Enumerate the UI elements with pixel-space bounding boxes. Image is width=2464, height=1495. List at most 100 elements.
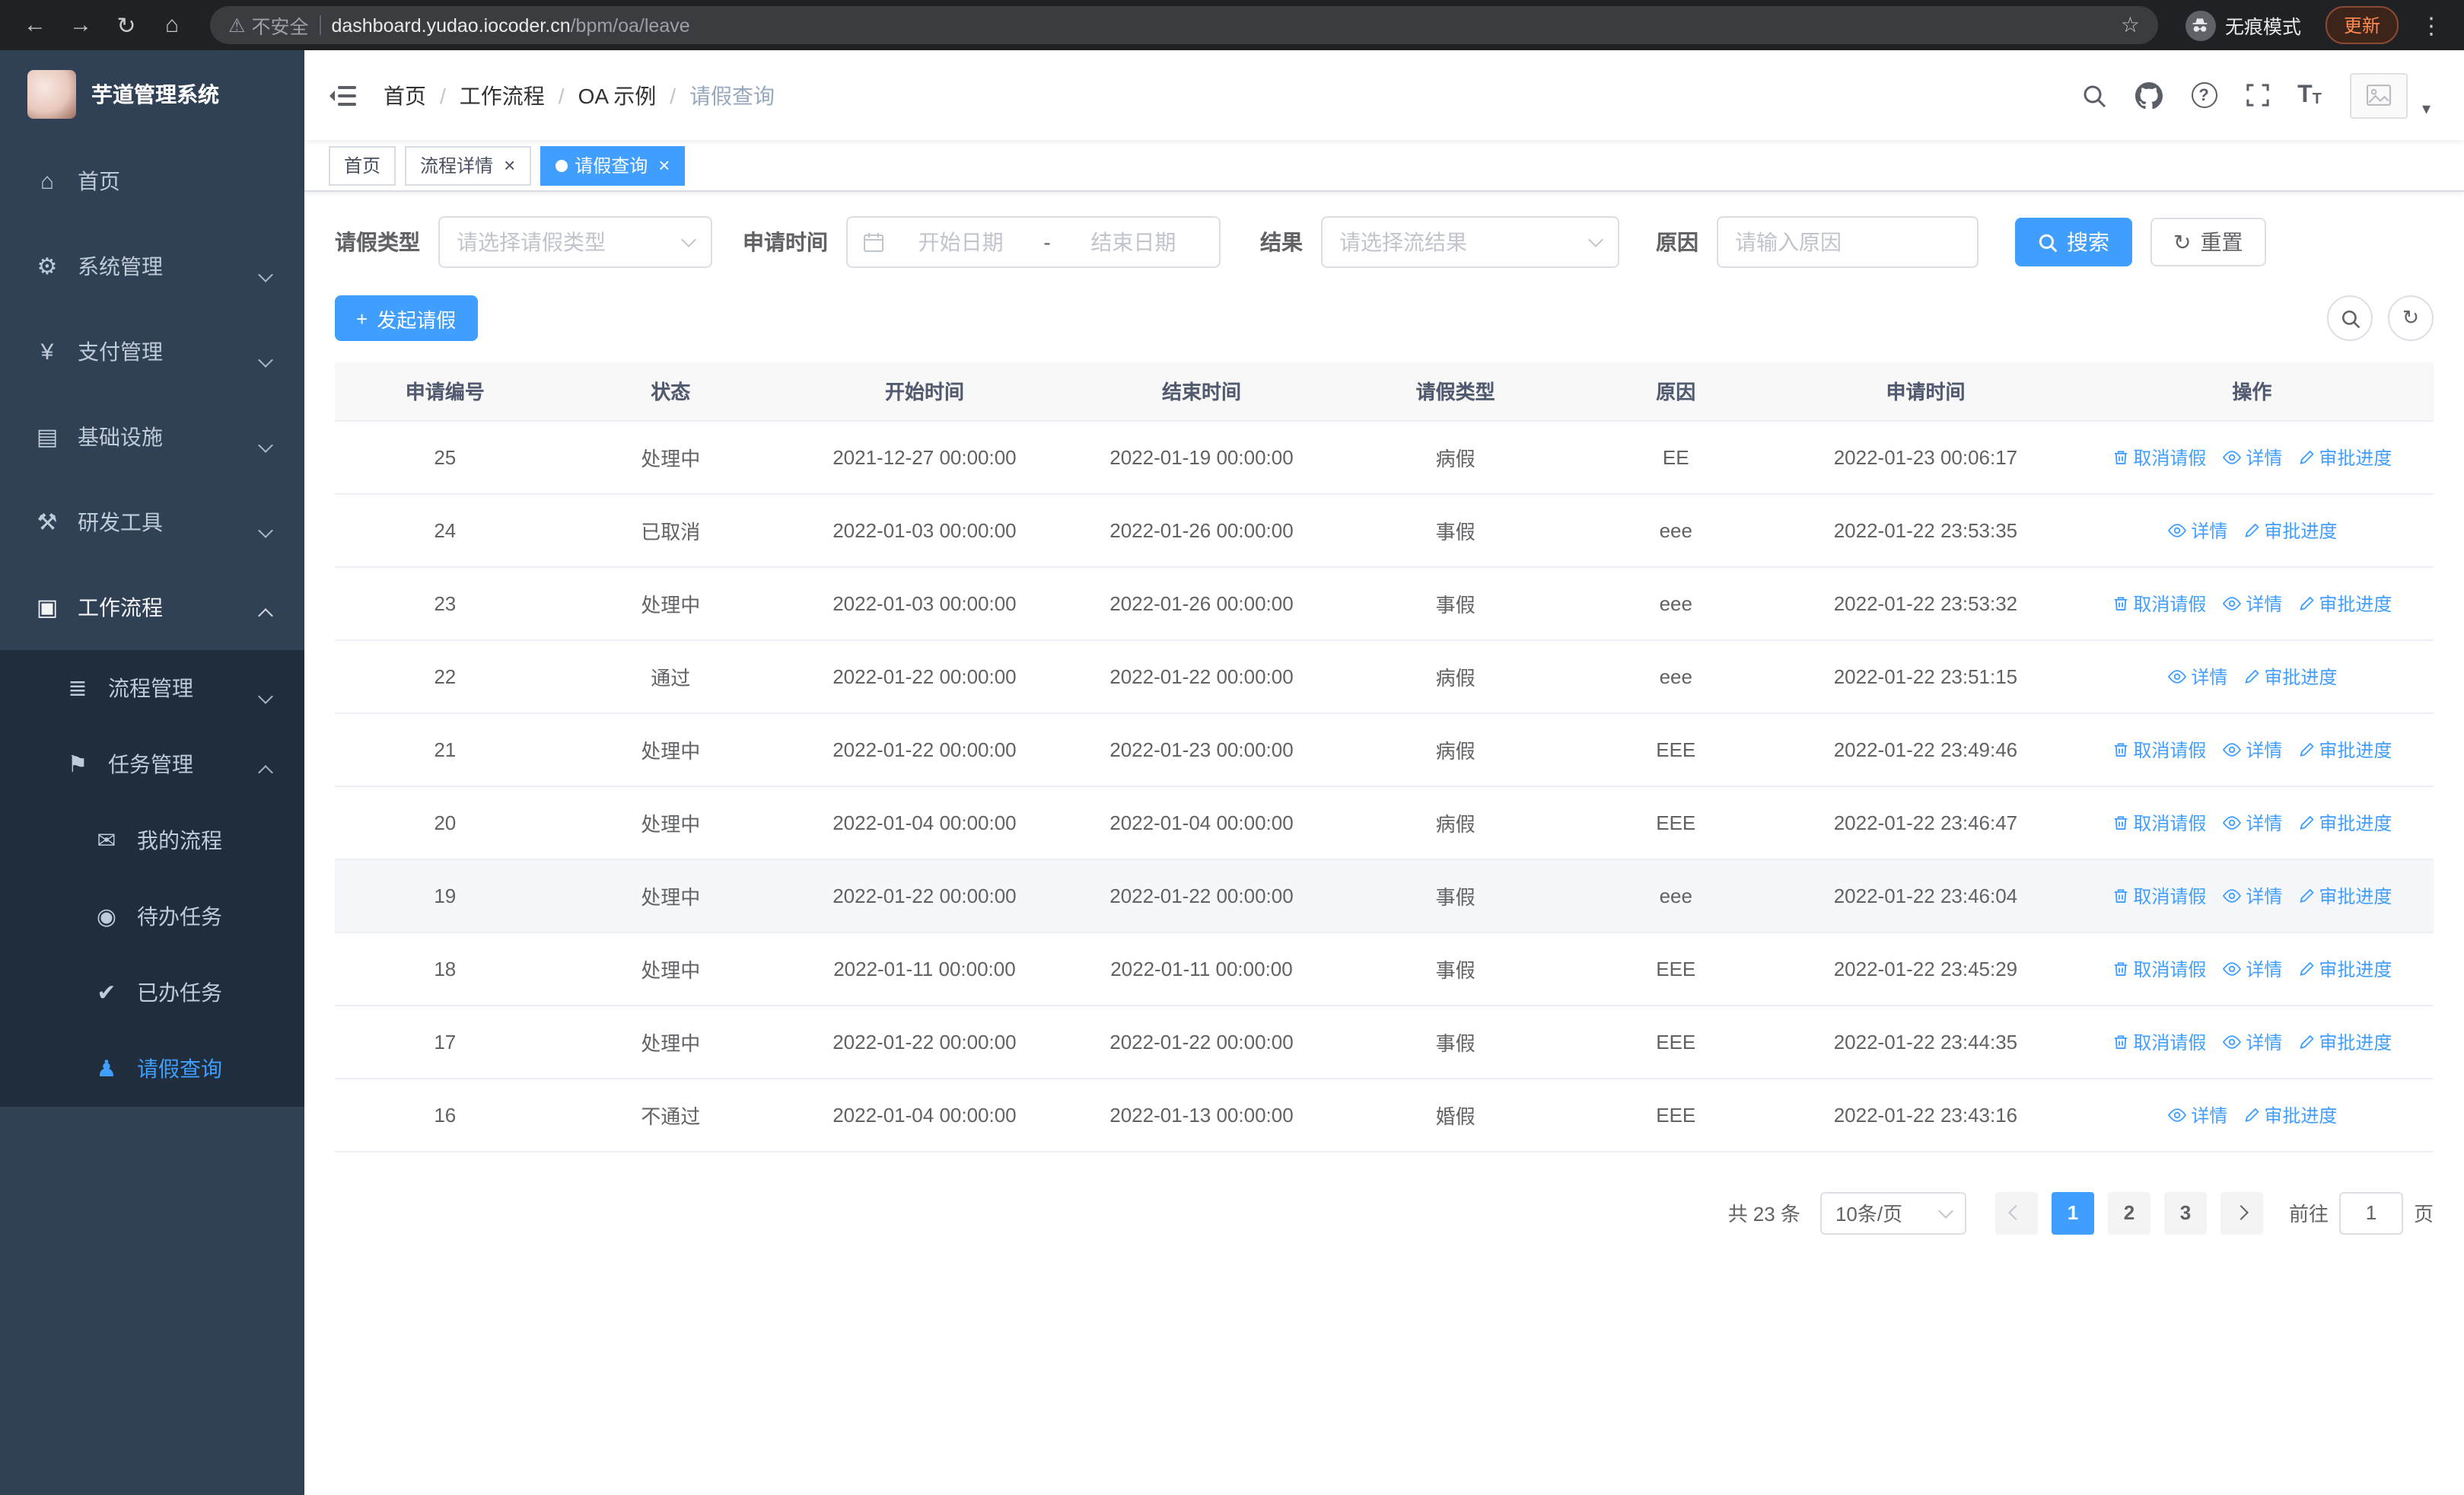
bookmark-star-icon[interactable]: ☆ [2121,12,2140,38]
home-button[interactable]: ⌂ [152,5,192,45]
apply-time-range-picker[interactable]: 开始日期 - 结束日期 [846,216,1221,268]
back-button[interactable]: ← [15,5,55,45]
create-leave-button[interactable]: + 发起请假 [335,295,478,341]
app-logo[interactable]: 芋道管理系统 [0,50,304,139]
sidebar-item-payment[interactable]: ¥ 支付管理 [0,309,304,394]
cancel-action-link[interactable]: 取消请假 [2112,955,2206,981]
sidebar-item-system[interactable]: ⚙ 系统管理 [0,224,304,309]
progress-action-link[interactable]: 审批进度 [2297,955,2392,981]
date-range-separator: - [1043,230,1051,254]
refresh-table-button[interactable]: ↻ [2388,295,2434,341]
page-button-3[interactable]: 3 [2163,1191,2207,1234]
user-avatar[interactable] [2350,72,2408,118]
leave-type-select[interactable]: 请选择请假类型 [438,216,712,268]
url-bar[interactable]: ⚠ 不安全 dashboard.yudao.iocoder.cn/bpm/oa/… [210,6,2158,44]
toggle-search-button[interactable] [2327,295,2373,341]
chevron-down-icon [258,260,273,285]
cell-apply_time: 2022-01-22 23:51:15 [1781,639,2071,713]
forward-button[interactable]: → [61,5,100,45]
sidebar-item-task-mgmt[interactable]: ⚑ 任务管理 [0,726,304,802]
cancel-action-link[interactable]: 取消请假 [2112,882,2206,908]
cell-id: 20 [335,786,556,859]
progress-action-link[interactable]: 审批进度 [2243,663,2337,689]
collapse-sidebar-icon[interactable] [329,83,356,107]
detail-action-link[interactable]: 详情 [2221,736,2282,762]
todo-icon: ◉ [96,904,117,930]
breadcrumb-item[interactable]: OA 示例 [578,80,657,110]
sidebar-item-home[interactable]: ⌂ 首页 [0,139,304,224]
page-button-2[interactable]: 2 [2107,1191,2150,1234]
fullscreen-icon[interactable] [2246,84,2268,107]
detail-action-link[interactable]: 详情 [2221,1028,2282,1054]
sidebar-item-devtools[interactable]: ⚒ 研发工具 [0,480,304,565]
edit-icon [2297,814,2314,830]
progress-action-link[interactable]: 审批进度 [2297,1028,2392,1054]
github-icon[interactable] [2135,81,2163,109]
eye-icon [2221,594,2241,611]
breadcrumb-item[interactable]: 首页 [384,80,426,110]
browser-menu-icon[interactable]: ⋮ [2414,11,2449,39]
sidebar-item-my-process[interactable]: ✉ 我的流程 [0,802,304,878]
reason-input[interactable] [1717,216,1979,268]
progress-action-link[interactable]: 审批进度 [2243,517,2337,543]
page-size-select[interactable]: 10条/页 [1819,1191,1966,1234]
breadcrumb-item[interactable]: 请假查询 [689,80,775,110]
detail-action-link[interactable]: 详情 [2166,1101,2227,1127]
font-size-icon[interactable]: TT [2297,82,2322,107]
detail-action-link[interactable]: 详情 [2166,663,2227,689]
detail-action-link[interactable]: 详情 [2221,444,2282,470]
cell-end: 2022-01-13 00:00:00 [1062,1078,1340,1152]
close-icon[interactable]: × [504,155,515,175]
search-button[interactable]: 搜索 [2015,218,2132,266]
search-icon[interactable] [2081,83,2106,107]
cancel-action-link[interactable]: 取消请假 [2112,736,2206,762]
cancel-action-link[interactable]: 取消请假 [2112,1028,2206,1054]
sidebar-item-infrastructure[interactable]: ▤ 基础设施 [0,394,304,480]
chevron-down-icon [258,523,273,538]
progress-action-link[interactable]: 审批进度 [2297,444,2392,470]
cancel-action-link[interactable]: 取消请假 [2112,444,2206,470]
cancel-action-link[interactable]: 取消请假 [2112,809,2206,835]
update-button[interactable]: 更新 [2325,6,2399,44]
goto-page-input[interactable] [2338,1191,2403,1234]
sidebar-item-workflow[interactable]: ▣ 工作流程 [0,565,304,650]
tab-process-detail[interactable]: 流程详情 × [405,145,531,185]
progress-action-link[interactable]: 审批进度 [2297,590,2392,616]
prev-page-button[interactable] [1994,1191,2038,1234]
end-date-placeholder: 结束日期 [1090,230,1176,254]
chevron-up-icon [258,758,273,783]
detail-action-link[interactable]: 详情 [2221,590,2282,616]
detail-action-link[interactable]: 详情 [2221,955,2282,981]
result-select[interactable]: 请选择流结果 [1321,216,1619,268]
sidebar-item-leave-query[interactable]: ♟ 请假查询 [0,1031,304,1107]
tab-leave-query[interactable]: 请假查询 × [540,145,686,185]
close-icon[interactable]: × [658,155,670,175]
detail-action-link[interactable]: 详情 [2221,809,2282,835]
edit-icon [2297,1033,2314,1050]
cancel-action-link[interactable]: 取消请假 [2112,590,2206,616]
page-button-1[interactable]: 1 [2051,1191,2094,1234]
progress-action-link[interactable]: 审批进度 [2297,809,2392,835]
sidebar-item-todo-tasks[interactable]: ◉ 待办任务 [0,878,304,955]
progress-action-link[interactable]: 审批进度 [2297,882,2392,908]
help-icon[interactable]: ? [2191,82,2217,108]
progress-action-link[interactable]: 审批进度 [2243,1101,2337,1127]
edit-icon [2243,1106,2259,1123]
reload-button[interactable]: ↻ [107,5,146,45]
detail-action-link[interactable]: 详情 [2221,882,2282,908]
next-page-button[interactable] [2220,1191,2263,1234]
cell-id: 21 [335,712,556,786]
chevron-down-icon [258,438,273,453]
avatar-caret-icon[interactable]: ▾ [2422,99,2431,119]
reset-button[interactable]: ↻ 重置 [2150,218,2266,266]
breadcrumb-item[interactable]: 工作流程 [460,80,545,110]
sidebar-item-process-mgmt[interactable]: ≣ 流程管理 [0,650,304,726]
cell-apply_time: 2022-01-22 23:53:32 [1781,566,2071,640]
tab-home[interactable]: 首页 [329,145,396,185]
apply-time-label: 申请时间 [743,230,828,254]
sidebar-item-done-tasks[interactable]: ✔ 已办任务 [0,955,304,1031]
table-row: 18 处理中 2022-01-11 00:00:00 2022-01-11 00:00… [335,932,2434,1006]
security-status[interactable]: ⚠ 不安全 [228,11,308,40]
detail-action-link[interactable]: 详情 [2166,517,2227,543]
progress-action-link[interactable]: 审批进度 [2297,736,2392,762]
